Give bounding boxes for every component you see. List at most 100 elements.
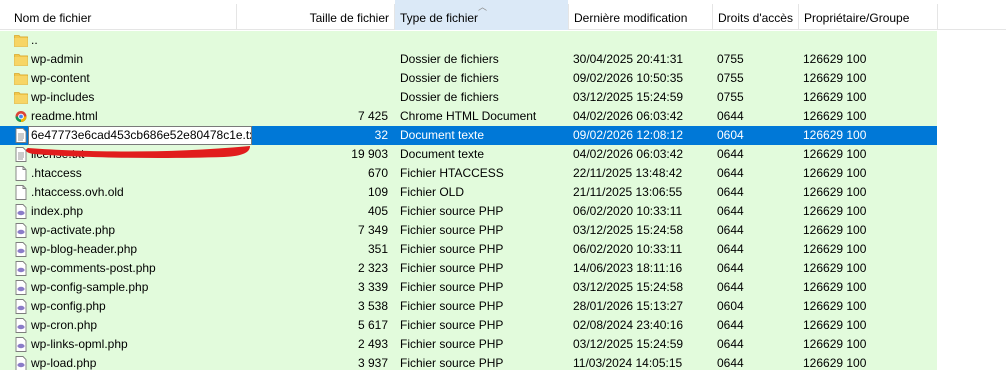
table-row[interactable]: .htaccess 670 Fichier HTACCESS 22/11/2025 1…: [0, 164, 937, 183]
file-size: 5 617: [357, 318, 388, 332]
php-file-icon: [14, 318, 28, 333]
owner-group: 126629 100: [803, 185, 867, 199]
file-size: 3 339: [357, 280, 388, 294]
sort-ascending-icon: ︿: [478, 2, 488, 12]
table-row[interactable]: wp-blog-header.php 351 Fichier source PHP 0…: [0, 240, 937, 259]
blank-file-icon: [14, 166, 28, 181]
permissions: 0604: [717, 128, 744, 142]
chrome-icon: [14, 109, 28, 124]
table-row[interactable]: wp-config-sample.php 3 339 Fichier source …: [0, 278, 937, 297]
owner-group: 126629 100: [803, 261, 867, 275]
last-modified: 11/03/2024 14:05:15: [573, 356, 683, 370]
permissions: 0644: [717, 147, 744, 161]
table-row[interactable]: readme.html 7 425 Chrome HTML Document 04/0…: [0, 107, 937, 126]
owner-group: 126629 100: [803, 147, 867, 161]
owner-group: 126629 100: [803, 90, 867, 104]
permissions: 0644: [717, 166, 744, 180]
owner-group: 126629 100: [803, 242, 867, 256]
folder-icon: [14, 33, 28, 48]
owner-group: 126629 100: [803, 280, 867, 294]
column-header-modified[interactable]: Dernière modification: [569, 0, 712, 30]
table-row[interactable]: wp-comments-post.php 2 323 Fichier source …: [0, 259, 937, 278]
table-row[interactable]: ..: [0, 31, 937, 50]
table-row[interactable]: index.php 405 Fichier source PHP 06/02/2020…: [0, 202, 937, 221]
table-row[interactable]: wp-admin Dossier de fichiers 30/04/2025 20…: [0, 50, 937, 69]
blank-file-icon: [14, 185, 28, 200]
file-name: wp-comments-post.php: [31, 261, 156, 275]
table-row[interactable]: wp-cron.php 5 617 Fichier source PHP 02/08/…: [0, 316, 937, 335]
php-file-icon: [14, 242, 28, 257]
permissions: 0644: [717, 261, 744, 275]
file-type: Fichier source PHP: [400, 280, 504, 294]
file-size: 19 903: [351, 147, 388, 161]
last-modified: 09/02/2026 12:08:12: [573, 128, 684, 142]
red-redaction-scribble: [26, 146, 250, 158]
file-name: .htaccess: [31, 166, 82, 180]
permissions: 0644: [717, 109, 744, 123]
file-size: 7 349: [357, 223, 388, 237]
file-name: wp-blog-header.php: [31, 242, 138, 256]
table-row[interactable]: wp-config.php 3 538 Fichier source PHP 28/0…: [0, 297, 937, 316]
file-type: Fichier source PHP: [400, 242, 504, 256]
file-name: wp-cron.php: [31, 318, 98, 332]
last-modified: 06/02/2020 10:33:11: [573, 242, 683, 256]
file-name: wp-load.php: [31, 356, 97, 370]
table-row[interactable]: wp-includes Dossier de fichiers 03/12/2025…: [0, 88, 937, 107]
last-modified: 04/02/2026 06:03:42: [573, 147, 684, 161]
last-modified: 03/12/2025 15:24:59: [573, 90, 684, 104]
last-modified: 03/12/2025 15:24:59: [573, 337, 684, 351]
php-file-icon: [14, 261, 28, 276]
owner-group: 126629 100: [803, 204, 867, 218]
file-type: Dossier de fichiers: [400, 52, 499, 66]
file-name: wp-content: [31, 71, 90, 85]
last-modified: 30/04/2025 20:41:31: [573, 52, 684, 66]
last-modified: 21/11/2025 13:06:55: [573, 185, 683, 199]
file-size: 109: [367, 185, 388, 199]
last-modified: 03/12/2025 15:24:58: [573, 223, 684, 237]
remote-file-list-panel: Nom de fichier Taille de fichier Type de…: [0, 0, 1006, 370]
last-modified: 22/11/2025 13:48:42: [573, 166, 683, 180]
file-size: [300, 69, 388, 88]
permissions: 0644: [717, 242, 744, 256]
owner-group: 126629 100: [803, 318, 867, 332]
file-size: 3 538: [357, 299, 388, 313]
file-name: .htaccess.ovh.old: [31, 185, 124, 199]
owner-group: 126629 100: [803, 299, 867, 313]
owner-group: 126629 100: [803, 337, 867, 351]
last-modified: 09/02/2026 10:50:35: [573, 71, 684, 85]
table-row[interactable]: .htaccess.ovh.old 109 Fichier OLD 21/11/202…: [0, 183, 937, 202]
column-header-bar: Nom de fichier Taille de fichier Type de…: [0, 0, 1006, 30]
permissions: 0644: [717, 318, 744, 332]
last-modified: 06/02/2020 10:33:11: [573, 204, 683, 218]
folder-icon: [14, 90, 28, 105]
table-row[interactable]: wp-links-opml.php 2 493 Fichier source PHP…: [0, 335, 937, 354]
file-type: Document texte: [400, 128, 485, 142]
file-name: readme.html: [31, 109, 98, 123]
file-size: [300, 88, 388, 107]
file-size: 3 937: [357, 356, 388, 370]
permissions: [717, 31, 797, 50]
permissions: 0644: [717, 356, 744, 370]
column-header-size[interactable]: Taille de fichier: [237, 0, 394, 30]
owner-group: 126629 100: [803, 52, 867, 66]
file-name: ..: [31, 33, 38, 47]
column-header-name[interactable]: Nom de fichier: [0, 0, 236, 30]
last-modified: 28/01/2026 15:13:27: [573, 299, 684, 313]
php-file-icon: [14, 204, 28, 219]
table-row[interactable]: wp-load.php 3 937 Fichier source PHP 11/03/…: [0, 354, 937, 370]
file-name: wp-admin: [31, 52, 84, 66]
owner-group: [803, 31, 933, 50]
last-modified: 02/08/2024 23:40:16: [573, 318, 684, 332]
table-row[interactable]: wp-activate.php 7 349 Fichier source PHP 03…: [0, 221, 937, 240]
file-name: wp-includes: [31, 90, 95, 104]
column-header-permissions[interactable]: Droits d'accès: [713, 0, 798, 30]
file-size: [300, 31, 388, 50]
php-file-icon: [14, 356, 28, 370]
last-modified: 03/12/2025 15:24:58: [573, 280, 684, 294]
owner-group: 126629 100: [803, 71, 867, 85]
file-size: 7 425: [357, 109, 388, 123]
column-divider[interactable]: [937, 4, 938, 30]
table-row[interactable]: wp-content Dossier de fichiers 09/02/2026 …: [0, 69, 937, 88]
column-header-owner[interactable]: Propriétaire/Groupe: [799, 0, 937, 30]
file-size: [300, 50, 388, 69]
